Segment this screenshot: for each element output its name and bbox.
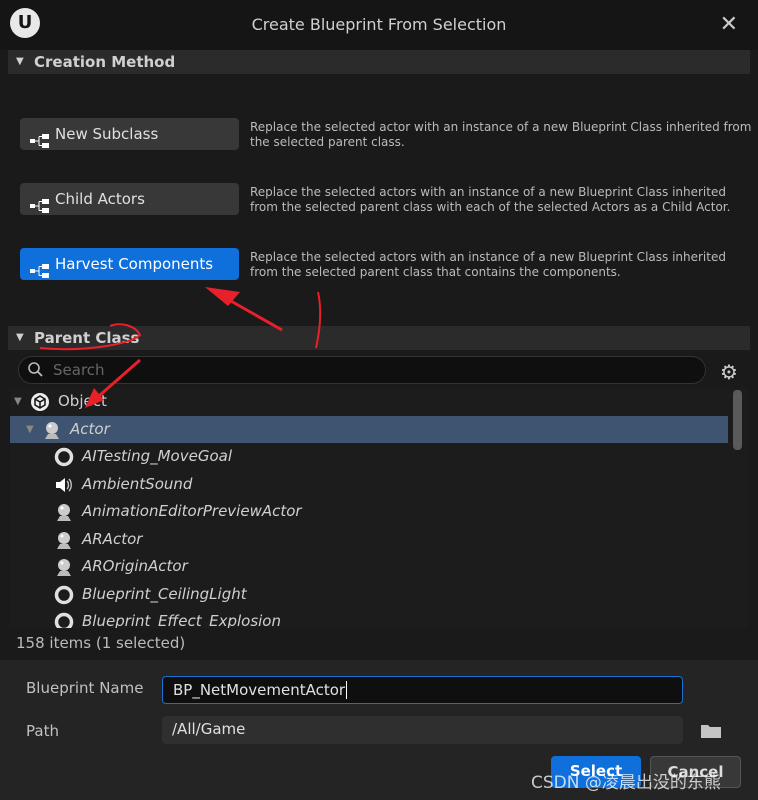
tree-item[interactable]: AmbientSound (10, 471, 728, 498)
blueprint-hierarchy-icon (30, 192, 50, 213)
watermark: CSDN @凌晨出没的东熊 (531, 773, 721, 793)
expand-triangle-icon[interactable]: ▼ (26, 416, 34, 443)
tree-item[interactable]: ▼ Actor (10, 415, 728, 443)
ring-icon (54, 612, 74, 628)
close-icon[interactable]: ✕ (720, 12, 738, 37)
tree-item[interactable]: AITesting_MoveGoal (10, 443, 728, 470)
method-description: Replace the selected actors with an inst… (250, 185, 731, 214)
section-title: Parent Class (34, 329, 140, 347)
tree-item-label: Blueprint_Effect_Explosion (82, 612, 281, 628)
search-icon (28, 362, 43, 377)
blueprint-hierarchy-icon (30, 257, 50, 278)
tree-item-label: AmbientSound (82, 474, 193, 493)
tree-item[interactable]: ARActor (10, 526, 728, 553)
actor-icon (54, 557, 74, 577)
actor-icon (42, 420, 62, 440)
object-cube-icon (30, 392, 50, 412)
blueprint-name-input[interactable]: BP_NetMovementActor (162, 676, 683, 704)
actor-icon (54, 502, 74, 522)
dialog-title: Create Blueprint From Selection (251, 15, 507, 34)
input-value: /All/Game (172, 720, 246, 738)
method-label: Child Actors (55, 190, 145, 208)
tree-item[interactable]: AROriginActor (10, 553, 728, 580)
parent-class-header[interactable]: ▼ Parent Class (8, 326, 750, 350)
ring-icon (54, 585, 74, 605)
tree-item[interactable]: Blueprint_CeilingLight (10, 581, 728, 608)
actor-icon (54, 530, 74, 550)
text-cursor (346, 681, 348, 699)
creation-method-header[interactable]: ▼ Creation Method (8, 50, 750, 74)
title-bar: U Create Blueprint From Selection ✕ (0, 0, 758, 50)
collapse-triangle-icon: ▼ (16, 56, 24, 67)
method-button-new-subclass[interactable]: New Subclass (20, 118, 239, 150)
folder-icon[interactable] (700, 722, 722, 739)
method-description: Replace the selected actors with an inst… (250, 250, 726, 279)
method-button-harvest-components[interactable]: Harvest Components (20, 248, 239, 280)
collapse-triangle-icon: ▼ (16, 332, 24, 343)
tree-item[interactable]: Blueprint_Effect_Explosion (10, 608, 728, 628)
expand-triangle-icon[interactable]: ▼ (14, 388, 22, 415)
tree-item-label: ARActor (82, 529, 143, 548)
blueprint-hierarchy-icon (30, 127, 50, 148)
ring-icon (54, 447, 74, 467)
tree-item-label: AnimationEditorPreviewActor (82, 502, 302, 520)
tree-item[interactable]: AnimationEditorPreviewActor (10, 498, 728, 525)
section-title: Creation Method (34, 53, 176, 71)
speaker-icon (54, 475, 74, 495)
status-text: 158 items (1 selected) (16, 634, 186, 652)
tree-item-label: AROriginActor (82, 557, 188, 575)
tree-item-label: Actor (70, 419, 110, 438)
tree-item-label: Object (58, 392, 107, 410)
path-input[interactable]: /All/Game (162, 716, 683, 744)
tree-item-label: AITesting_MoveGoal (82, 447, 232, 465)
method-label: Harvest Components (55, 255, 214, 273)
input-value: BP_NetMovementActor (173, 681, 346, 699)
search-input[interactable]: Search (18, 356, 706, 384)
tree-item[interactable]: ▼ Object (10, 388, 728, 415)
tree-item-label: Blueprint_CeilingLight (82, 584, 247, 603)
method-label: New Subclass (55, 125, 159, 143)
path-label: Path (26, 722, 59, 740)
method-button-child-actors[interactable]: Child Actors (20, 183, 239, 215)
class-tree: ▼ Object ▼ Actor AITesting_MoveGoal AmbientSo… (10, 388, 748, 628)
method-description: Replace the selected actor with an insta… (250, 120, 752, 149)
scrollbar[interactable] (733, 390, 742, 450)
blueprint-name-label: Blueprint Name (26, 679, 144, 697)
search-placeholder: Search (53, 361, 105, 379)
gear-icon[interactable]: ⚙ (720, 360, 738, 384)
